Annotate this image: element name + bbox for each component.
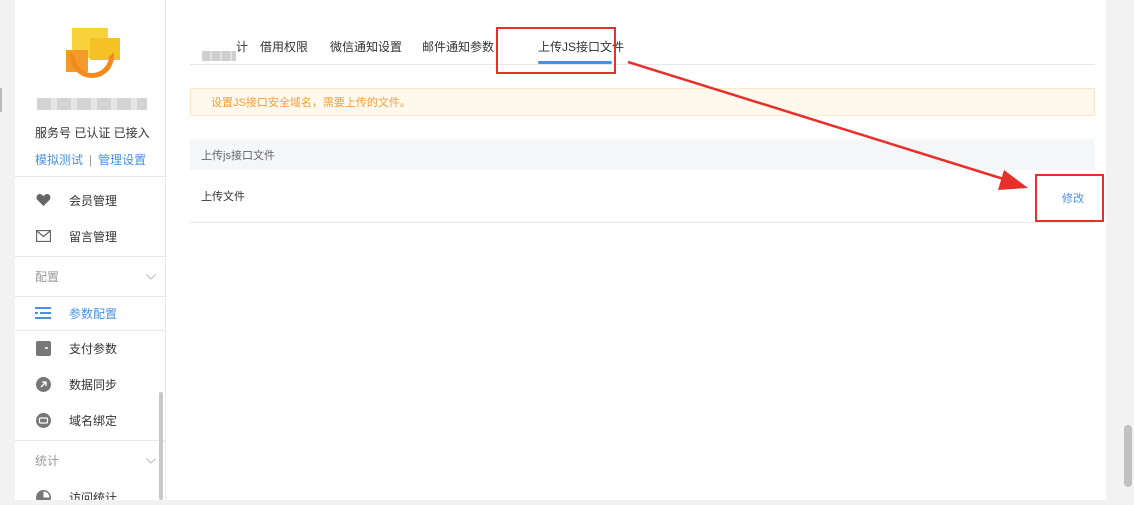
sidebar-item-sync[interactable]: 数据同步 — [15, 367, 165, 401]
stats-icon — [35, 489, 51, 500]
section-title: 统计 — [35, 453, 60, 468]
sidebar-item-label: 支付参数 — [69, 341, 118, 356]
tab-bar: 计 借用权限 微信通知设置 邮件通知参数 上传JS接口文件 — [190, 28, 1095, 65]
section-title: 配置 — [35, 269, 60, 284]
payment-card-icon — [35, 340, 51, 356]
window-scrollbar-thumb[interactable] — [1124, 425, 1132, 487]
sidebar-item-label: 域名绑定 — [69, 413, 118, 428]
tab-label: 计 — [236, 40, 249, 54]
account-avatar — [62, 22, 124, 84]
sidebar-scrollbar[interactable] — [159, 392, 163, 500]
tab-wechat-notify[interactable]: 微信通知设置 — [330, 38, 402, 55]
sidebar-item-label: 数据同步 — [69, 377, 118, 392]
account-links: 模拟测试 | 管理设置 — [35, 151, 146, 168]
main-content: 计 借用权限 微信通知设置 邮件通知参数 上传JS接口文件 设置JS接口安全域名… — [166, 0, 1106, 500]
avatar-ring — [70, 52, 114, 78]
sidebar-item-label: 访问统计 — [69, 490, 118, 501]
sync-icon — [35, 376, 51, 392]
notice-bar: 设置JS接口安全域名，需要上传的文件。 — [190, 88, 1095, 116]
chevron-down-icon — [146, 269, 156, 283]
sidebar-item-domain[interactable]: 域名绑定 — [15, 403, 165, 437]
upload-panel: 上传js接口文件 上传文件 修改 — [190, 139, 1095, 223]
active-tab-indicator — [538, 61, 612, 64]
edge-marker — [0, 88, 2, 112]
tab-upload-js[interactable]: 上传JS接口文件 — [538, 38, 624, 55]
blurred-tab-text — [202, 51, 236, 61]
manage-settings-link[interactable]: 管理设置 — [98, 153, 146, 167]
sidebar-item-label: 会员管理 — [69, 193, 118, 208]
tab-borrow-permission[interactable]: 借用权限 — [260, 38, 308, 55]
list-icon — [35, 305, 51, 321]
panel-row: 上传文件 修改 — [190, 170, 1095, 223]
tab-blurred[interactable]: 计 — [196, 38, 249, 61]
sidebar-divider — [15, 176, 165, 177]
mail-icon — [35, 228, 51, 244]
sidebar-item-visit-stats[interactable]: 访问统计 — [15, 480, 165, 501]
sidebar-item-payment[interactable]: 支付参数 — [15, 331, 165, 365]
account-status: 服务号 已认证 已接入 — [35, 126, 150, 140]
upload-file-label: 上传文件 — [201, 191, 245, 203]
sidebar: 服务号 已认证 已接入 模拟测试 | 管理设置 会员管理 留言管理 配置 参数配… — [15, 0, 166, 500]
tab-email-notify[interactable]: 邮件通知参数 — [422, 38, 494, 55]
sidebar-item-message[interactable]: 留言管理 — [15, 219, 165, 253]
left-window-edge — [0, 0, 15, 505]
section-header-stats[interactable]: 统计 — [15, 442, 165, 478]
sidebar-item-params[interactable]: 参数配置 — [15, 296, 165, 330]
link-separator: | — [89, 153, 93, 167]
edit-link[interactable]: 修改 — [1062, 190, 1084, 206]
simulate-test-link[interactable]: 模拟测试 — [35, 153, 83, 167]
sidebar-divider — [15, 256, 165, 257]
panel-header: 上传js接口文件 — [190, 139, 1095, 170]
sidebar-item-label: 留言管理 — [69, 229, 118, 244]
page: 服务号 已认证 已接入 模拟测试 | 管理设置 会员管理 留言管理 配置 参数配… — [0, 0, 1134, 505]
heart-icon — [35, 192, 51, 208]
sidebar-divider — [15, 440, 165, 441]
domain-icon — [35, 412, 51, 428]
sidebar-item-member[interactable]: 会员管理 — [15, 183, 165, 217]
blurred-account-name — [37, 98, 147, 110]
section-header-config[interactable]: 配置 — [15, 258, 165, 294]
chevron-down-icon — [146, 453, 156, 467]
sidebar-item-label: 参数配置 — [69, 306, 118, 321]
